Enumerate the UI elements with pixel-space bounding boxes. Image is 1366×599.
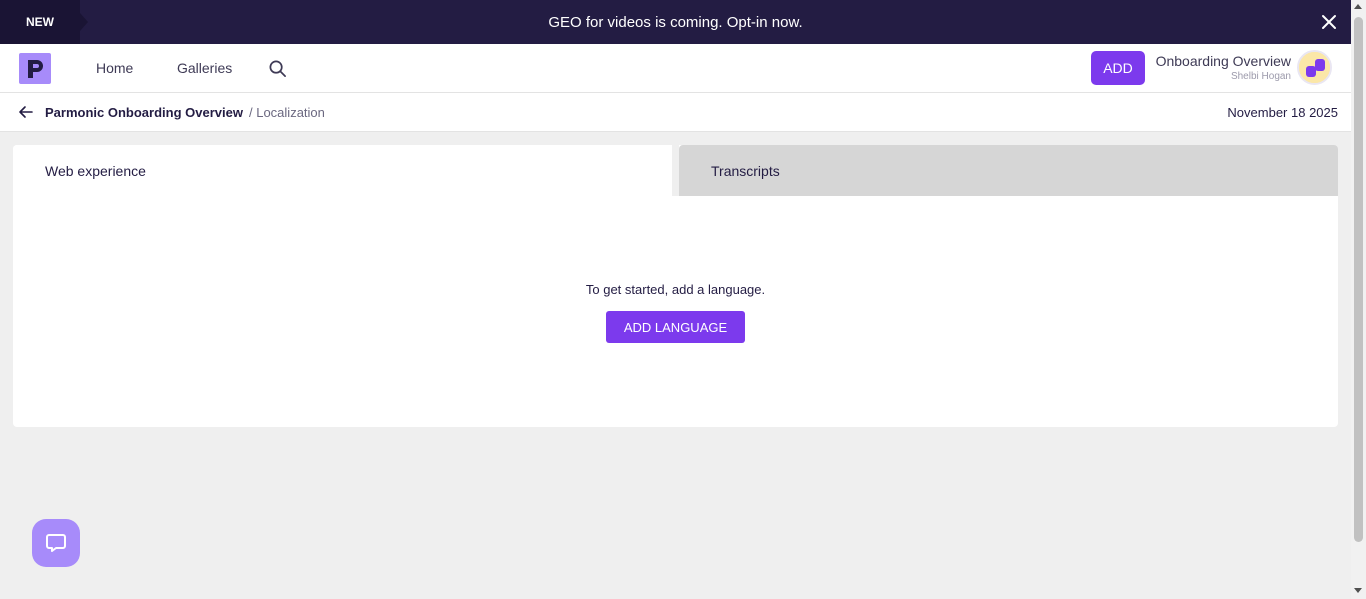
localization-panel: Web experience Transcripts To get starte… xyxy=(13,145,1338,427)
add-button[interactable]: ADD xyxy=(1091,51,1145,85)
project-title: Onboarding Overview xyxy=(1155,53,1291,69)
scrollbar-thumb[interactable] xyxy=(1354,17,1363,542)
logo[interactable] xyxy=(19,53,51,84)
announcement-bar: NEW GEO for videos is coming. Opt-in now… xyxy=(0,0,1351,44)
breadcrumb-current-page: / Localization xyxy=(249,105,325,120)
scroll-up-arrow-icon[interactable] xyxy=(1354,4,1362,9)
breadcrumb: Parmonic Onboarding Overview / Localizat… xyxy=(0,93,1351,132)
chat-launcher-button[interactable] xyxy=(32,519,80,567)
top-nav: Home Galleries ADD Onboarding Overview S… xyxy=(0,44,1351,93)
close-icon[interactable] xyxy=(1319,12,1339,32)
chat-bubble-icon xyxy=(46,534,66,552)
search-icon[interactable] xyxy=(268,59,287,78)
tab-web-experience[interactable]: Web experience xyxy=(13,145,672,196)
tab-divider xyxy=(672,145,679,196)
user-name: Shelbi Hogan xyxy=(1230,71,1291,82)
announcement-text[interactable]: GEO for videos is coming. Opt-in now. xyxy=(0,14,1351,31)
empty-state-message: To get started, add a language. xyxy=(585,282,766,297)
nav-home-link[interactable]: Home xyxy=(96,60,133,76)
back-arrow-icon[interactable] xyxy=(18,104,34,120)
nav-galleries-link[interactable]: Galleries xyxy=(177,60,232,76)
scroll-down-arrow-icon[interactable] xyxy=(1354,588,1362,593)
brand-avatar-icon xyxy=(1299,52,1330,83)
breadcrumb-project-link[interactable]: Parmonic Onboarding Overview xyxy=(45,105,243,120)
logo-p-icon xyxy=(28,59,43,78)
page-scrollbar[interactable] xyxy=(1351,0,1366,599)
page-date: November 18 2025 xyxy=(1227,105,1338,120)
add-language-button[interactable]: ADD LANGUAGE xyxy=(606,311,745,343)
avatar[interactable] xyxy=(1297,50,1332,85)
tab-transcripts[interactable]: Transcripts xyxy=(679,145,1338,196)
